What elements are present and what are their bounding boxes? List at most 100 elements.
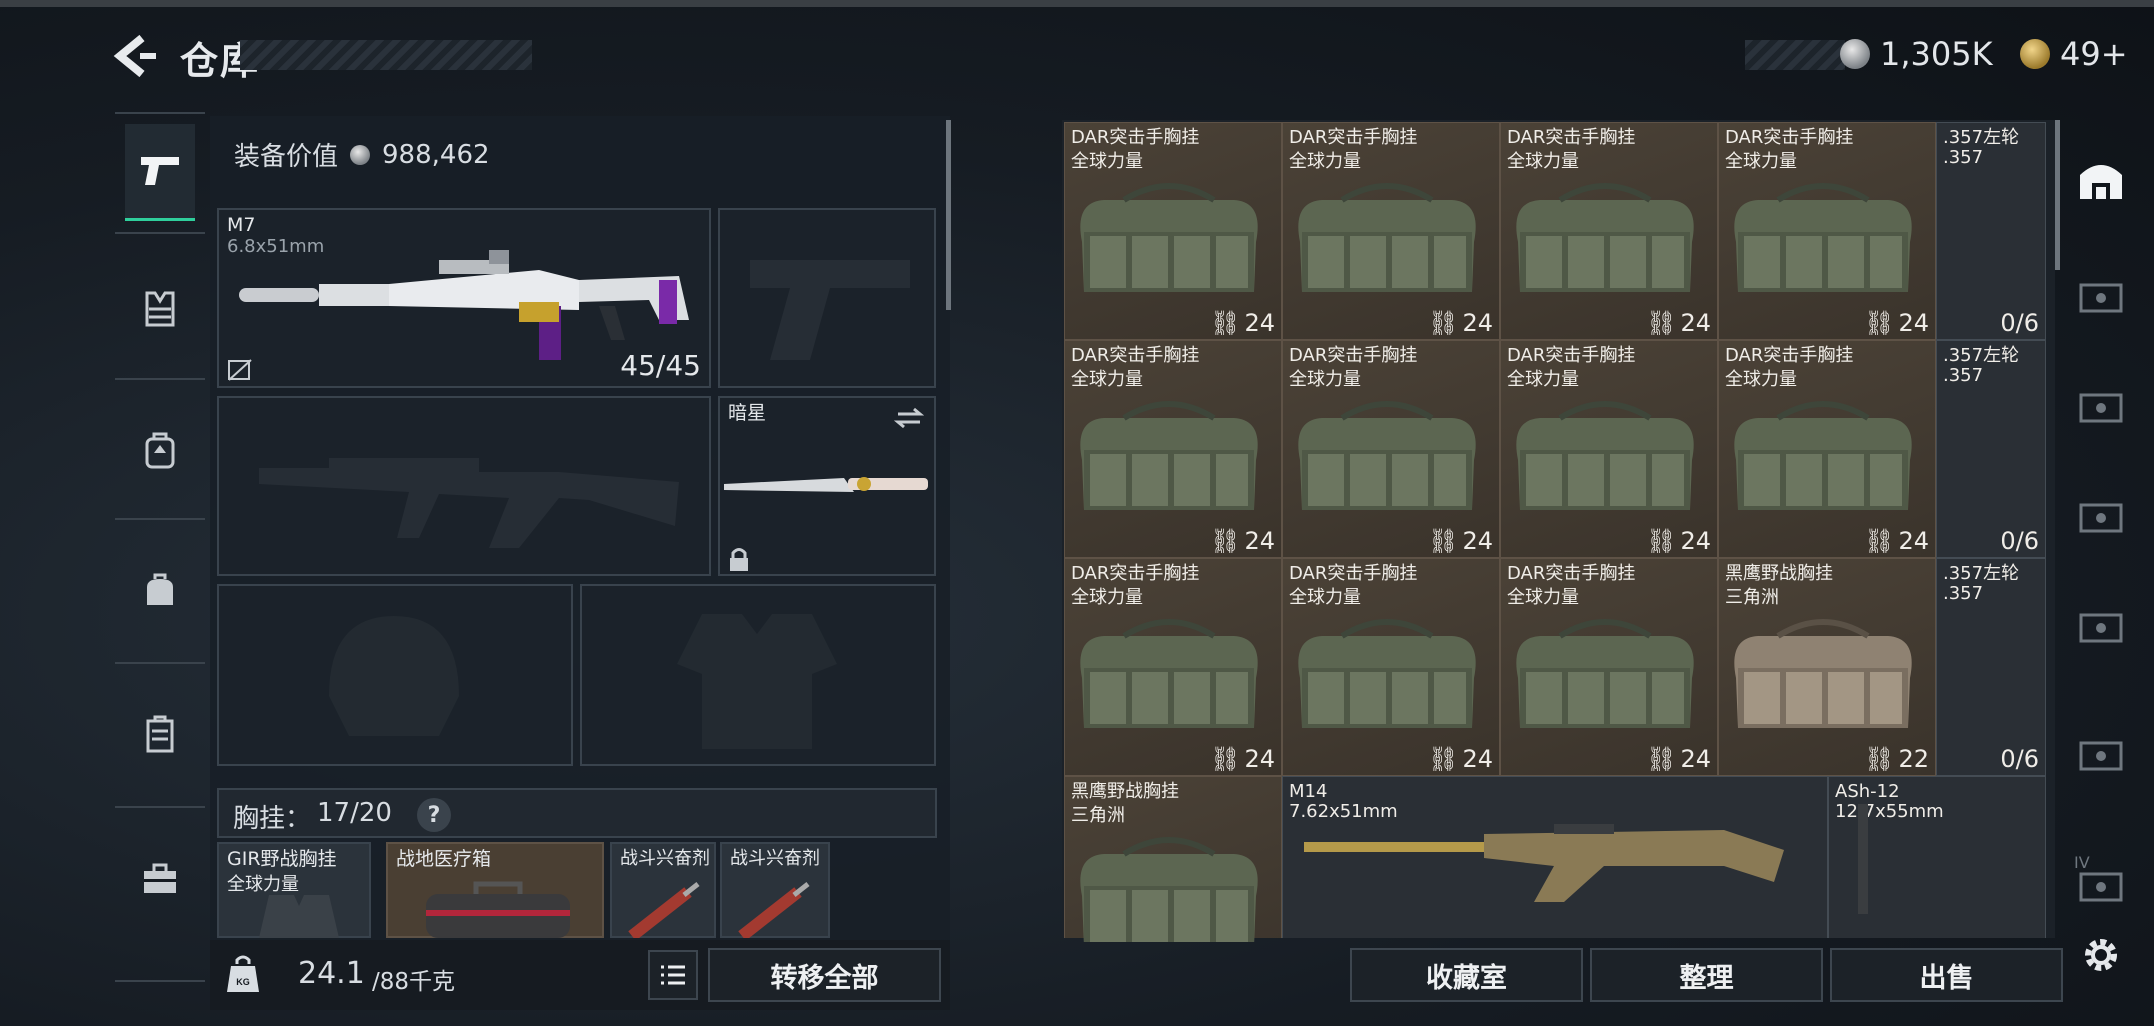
nav-backpacks[interactable]	[125, 404, 195, 498]
sort-button[interactable]: 整理	[1590, 948, 1823, 1002]
loadout-scrollbar[interactable]	[946, 120, 951, 310]
ticket-icon	[2020, 39, 2050, 69]
rig-item-stim-1[interactable]: 战斗兴奋剂	[610, 842, 716, 938]
item-name: GIR野战胸挂	[227, 848, 337, 870]
help-button[interactable]: ?	[417, 798, 451, 832]
bag-icon	[147, 573, 173, 605]
storage-item[interactable]: DAR突击手胸挂 全球力量 ⛓ 24	[1718, 340, 1936, 558]
vest-icon: ⛓	[1209, 309, 1241, 337]
storage-item-ash12[interactable]: ASh-12 12.7x55mm	[1828, 776, 2046, 938]
transfer-all-button[interactable]: 转移全部	[708, 948, 941, 1002]
vest-icon: ⛓	[1209, 527, 1241, 555]
storage-item[interactable]: 黑鹰野战胸挂 三角洲	[1064, 776, 1282, 938]
storage-item[interactable]: DAR突击手胸挂 全球力量 ⛓ 24	[1282, 340, 1500, 558]
storage-item[interactable]: DAR突击手胸挂 全球力量 ⛓ 24	[1718, 122, 1936, 340]
safe-icon	[2079, 393, 2123, 423]
helmet-slot[interactable]	[217, 584, 573, 766]
storage-tab-3[interactable]	[2066, 482, 2136, 552]
equipment-value: 装备价值 988,462	[234, 136, 490, 173]
pistol-slot[interactable]	[718, 208, 936, 388]
weapon-ammo: 45/45	[620, 349, 701, 382]
primary-weapon-slot[interactable]: M7 6.8x51mm 45/45	[217, 208, 711, 388]
storage-item[interactable]: DAR突击手胸挂 全球力量 ⛓ 24	[1282, 122, 1500, 340]
armor-silhouette-icon	[677, 614, 837, 749]
melee-slot[interactable]: 暗星	[718, 396, 936, 576]
vest-icon: ⛓	[1863, 527, 1895, 555]
storage-item[interactable]: 黑鹰野战胸挂 三角洲 ⛓ 22	[1718, 558, 1936, 776]
lock-icon	[730, 548, 748, 571]
storage-all-tab[interactable]	[2066, 146, 2136, 216]
knife-image	[724, 477, 928, 492]
chest-rig-header: 胸挂： 17/20 ?	[217, 788, 937, 838]
back-button[interactable]	[112, 34, 160, 78]
storage-item[interactable]: DAR突击手胸挂 全球力量 ⛓ 24	[1500, 122, 1718, 340]
pistol-silhouette-icon	[750, 260, 910, 360]
storage-item[interactable]: DAR突击手胸挂 全球力量 ⛓ 24	[1064, 122, 1282, 340]
safe-icon	[2079, 872, 2123, 901]
weight-current: 24.1	[298, 956, 365, 991]
medkit-image	[426, 881, 570, 938]
vest-icon: ⛓	[1427, 309, 1459, 337]
list-icon	[661, 965, 685, 985]
pistol-icon	[141, 157, 179, 185]
vest-icon: ⛓	[1645, 527, 1677, 555]
storage-tab-1[interactable]	[2066, 262, 2136, 332]
storage-item[interactable]: DAR突击手胸挂 全球力量 ⛓ 24	[1500, 340, 1718, 558]
rig-item-medkit[interactable]: 战地医疗箱	[386, 842, 604, 938]
stim-image	[738, 882, 810, 938]
list-view-button[interactable]	[648, 950, 698, 1000]
storage-item[interactable]: DAR突击手胸挂 全球力量 ⛓ 24	[1282, 558, 1500, 776]
vest-image	[259, 895, 339, 938]
vest-icon: ⛓	[1427, 527, 1459, 555]
vest-icon: ⛓	[1427, 745, 1459, 773]
storage-item[interactable]: DAR突击手胸挂 全球力量 ⛓ 24	[1500, 558, 1718, 776]
safe-icon	[2079, 283, 2123, 313]
safe-icon	[2079, 503, 2123, 533]
nav-toolbox[interactable]	[125, 832, 195, 926]
storage-item[interactable]: DAR突击手胸挂 全球力量 ⛓ 24	[1064, 340, 1282, 558]
storage-item-m14[interactable]: M14 7.62x51mm	[1282, 776, 1828, 938]
storage-tab-iv[interactable]: IV	[2066, 842, 2136, 912]
case-icon	[146, 715, 174, 753]
currency-stripe	[1745, 40, 1845, 70]
weight-max: /88千克	[372, 969, 456, 995]
sell-button[interactable]: 出售	[1830, 948, 2063, 1002]
nav-weapons[interactable]	[125, 124, 195, 221]
revolver-item[interactable]: .357左轮 .357 0/6	[1936, 122, 2046, 340]
chest-rig-capacity: 17/20	[317, 798, 392, 828]
rig-item-vest[interactable]: GIR野战胸挂 全球力量	[217, 842, 371, 938]
revolver-item[interactable]: .357左轮 .357 0/6	[1936, 558, 2046, 776]
safe-icon	[2079, 613, 2123, 643]
vest-icon: ⛓	[1209, 745, 1241, 773]
nav-cases[interactable]	[125, 688, 195, 782]
svg-text:KG: KG	[236, 977, 250, 987]
storage-tab-4[interactable]	[2066, 592, 2136, 662]
vest-icon: ⛓	[1863, 309, 1895, 337]
revolver-item[interactable]: .357左轮 .357 0/6	[1936, 340, 2046, 558]
storage-scrollbar[interactable]	[2055, 120, 2060, 270]
settings-button[interactable]	[2066, 920, 2136, 990]
item-name: 战斗兴奋剂	[730, 848, 820, 869]
rifle-image	[239, 250, 689, 360]
storage-tab-5[interactable]	[2066, 720, 2136, 790]
storage-item[interactable]: DAR突击手胸挂 全球力量 ⛓ 24	[1064, 558, 1282, 776]
safe-icon	[2079, 741, 2123, 771]
currency-tickets[interactable]: 49+	[2020, 34, 2128, 74]
nav-vests[interactable]	[125, 262, 195, 356]
nav-bags[interactable]	[125, 544, 195, 638]
melee-name: 暗星	[728, 402, 767, 424]
vest-icon: ⛓	[1645, 309, 1677, 337]
rig-item-stim-2[interactable]: 战斗兴奋剂	[720, 842, 830, 938]
currency-coins[interactable]: 1,305K	[1840, 34, 1993, 74]
item-name: 战地医疗箱	[396, 848, 492, 870]
storage-tab-2[interactable]	[2066, 372, 2136, 442]
equipment-value-amount: 988,462	[382, 139, 490, 170]
collection-room-button[interactable]: 收藏室	[1350, 948, 1583, 1002]
storage-panel: DAR突击手胸挂 全球力量 ⛓ 24 DAR突击手胸挂 全球力量 ⛓ 24 DAR突击手胸挂…	[1062, 120, 2055, 938]
rifle-silhouette-icon	[259, 458, 679, 548]
helmet-silhouette-icon	[329, 616, 459, 736]
armor-slot[interactable]	[580, 584, 936, 766]
swap-icon[interactable]	[894, 406, 924, 430]
chest-rig-label: 胸挂：	[233, 804, 312, 834]
secondary-weapon-slot[interactable]	[217, 396, 711, 576]
